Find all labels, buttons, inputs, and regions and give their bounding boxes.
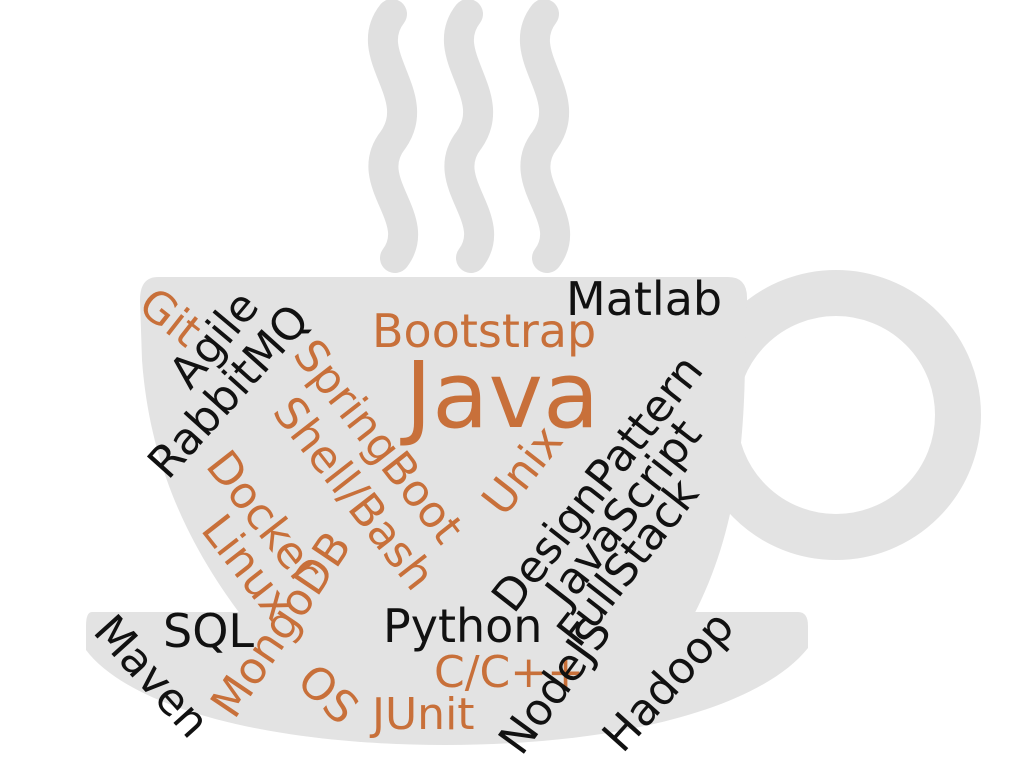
- word-sql: SQL: [163, 604, 255, 658]
- word-python: Python: [383, 599, 543, 653]
- word-matlab: Matlab: [566, 272, 723, 326]
- word-java: Java: [405, 342, 600, 449]
- cup-handle-icon: [691, 270, 981, 560]
- word-junit: JUnit: [372, 689, 475, 740]
- word-bootstrap: Bootstrap: [372, 304, 597, 358]
- word-cloud-canvas: Java Bootstrap Matlab Git Agile RabbitMQ…: [0, 0, 1024, 768]
- steam-icon: [367, 0, 571, 273]
